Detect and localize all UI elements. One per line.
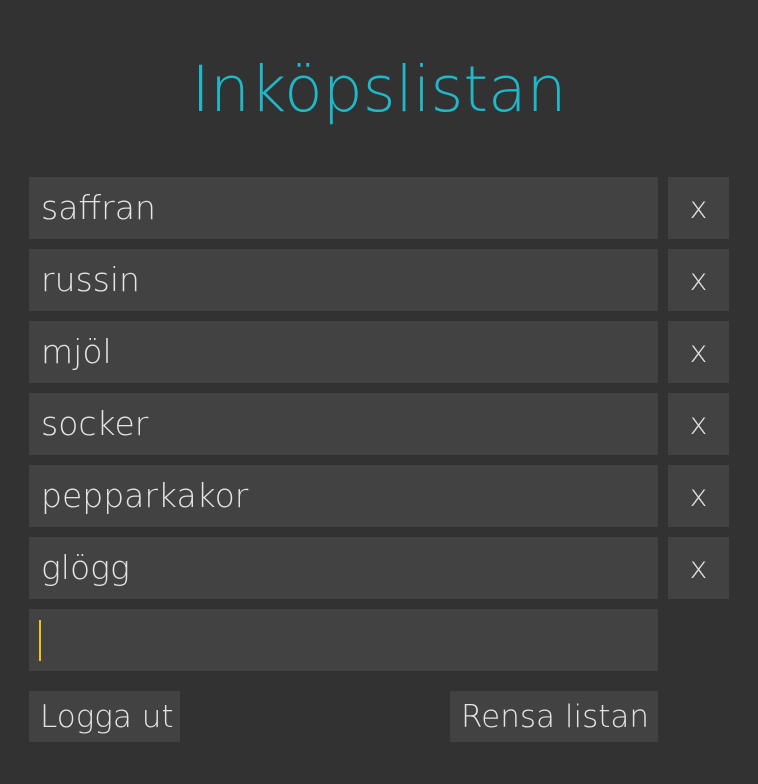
list-item: russin x bbox=[29, 249, 729, 311]
list-item: glögg x bbox=[29, 537, 729, 599]
app-container: Inköpslistan saffran x russin x mjöl x s… bbox=[0, 0, 758, 784]
list-item-label[interactable]: mjöl bbox=[29, 321, 658, 383]
list-item-label[interactable]: socker bbox=[29, 393, 658, 455]
list-item: pepparkakor x bbox=[29, 465, 729, 527]
remove-item-button[interactable]: x bbox=[668, 393, 729, 455]
list-item-label[interactable]: glögg bbox=[29, 537, 658, 599]
shopping-list: saffran x russin x mjöl x socker x peppa… bbox=[29, 177, 729, 609]
list-item-label[interactable]: russin bbox=[29, 249, 658, 311]
remove-item-button[interactable]: x bbox=[668, 249, 729, 311]
remove-item-button[interactable]: x bbox=[668, 537, 729, 599]
remove-item-button[interactable]: x bbox=[668, 177, 729, 239]
new-item-input[interactable] bbox=[29, 609, 658, 671]
list-item-label[interactable]: pepparkakor bbox=[29, 465, 658, 527]
clear-list-button[interactable]: Rensa listan bbox=[450, 691, 658, 742]
remove-item-button[interactable]: x bbox=[668, 321, 729, 383]
list-item-label[interactable]: saffran bbox=[29, 177, 658, 239]
list-item: saffran x bbox=[29, 177, 729, 239]
page-title: Inköpslistan bbox=[191, 53, 567, 126]
remove-item-button[interactable]: x bbox=[668, 465, 729, 527]
logout-button[interactable]: Logga ut bbox=[29, 691, 180, 742]
list-item: mjöl x bbox=[29, 321, 729, 383]
text-caret bbox=[39, 620, 41, 661]
list-item: socker x bbox=[29, 393, 729, 455]
